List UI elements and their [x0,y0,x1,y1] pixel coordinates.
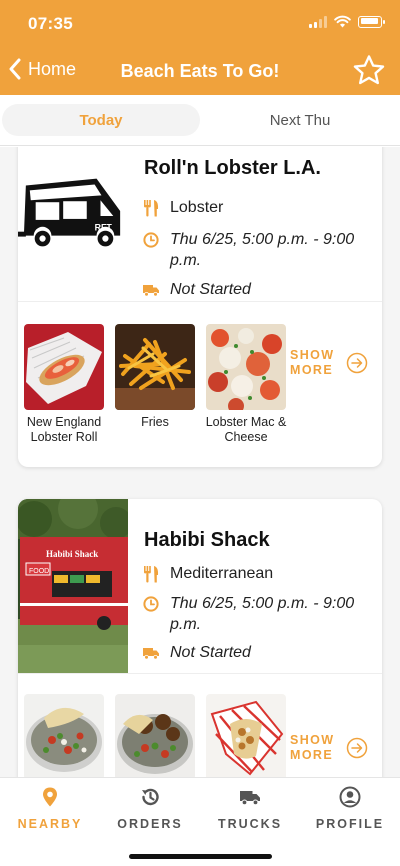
tab-nearby[interactable]: NEARBY [0,786,100,831]
status-row: Not Started [142,279,251,300]
truck-image: RFT [18,147,128,301]
schedule-row: Thu 6/25, 5:00 p.m. - 9:00 p.m. [142,229,374,271]
menu-item-photo [115,324,195,410]
truck-card-header[interactable]: Habibi Shack FOOD Habibi Shack Mediterra… [18,499,382,673]
tab-profile[interactable]: PROFILE [300,786,400,831]
menu-item-label: New England Lobster Roll [26,415,102,444]
show-more-label: SHOW MORE [290,733,335,762]
svg-text:Habibi Shack: Habibi Shack [46,549,98,559]
arrow-right-circle-icon [346,737,368,759]
cuisine-row: Mediterranean [142,563,273,584]
menu-item-photo [206,694,286,777]
show-more-label: SHOW MORE [290,348,335,377]
menu-item-photo [24,324,104,410]
cuisine-label: Lobster [170,199,224,216]
tab-nearby-label: NEARBY [17,817,83,831]
menu-item[interactable]: New England Lobster Roll [22,324,106,445]
svg-text:FOOD: FOOD [29,568,49,575]
card-divider [18,673,382,674]
menu-strip: SHOW MORE [18,694,382,777]
location-pin-icon [43,787,57,807]
back-button-label: Home [28,58,77,79]
status-row: Not Started [142,642,251,663]
status-icons [309,15,385,28]
food-truck-icon: RFT [18,178,121,247]
tab-next-thu[interactable]: Next Thu [200,104,400,136]
status-time: 07:35 [28,14,73,33]
menu-item-photo [24,694,104,777]
schedule-label: Thu 6/25, 5:00 p.m. - 9:00 p.m. [170,231,355,269]
back-button[interactable]: Home [8,58,76,80]
wifi-icon [334,15,351,28]
tab-trucks[interactable]: TRUCKS [200,786,300,831]
card-divider [18,301,382,302]
utensils-icon [144,200,159,217]
truck-card[interactable]: RFT Roll'n Lobster L.A. Lobster Thu 6/25… [18,147,382,467]
show-more-button[interactable]: SHOW MORE [290,348,368,378]
cellular-signal-icon [309,15,327,28]
nav-bar: Home Beach Eats To Go! [0,50,400,92]
menu-item[interactable] [113,694,197,777]
delivery-truck-icon [143,648,159,660]
truck-icon [240,791,260,806]
truck-name: Habibi Shack [144,529,270,551]
schedule-row: Thu 6/25, 5:00 p.m. - 9:00 p.m. [142,593,374,635]
truck-image: Habibi Shack FOOD [18,499,132,673]
bottom-tab-bar: NEARBY ORDERS TRUCKS PROFILE [0,777,400,866]
profile-icon [339,786,361,808]
menu-item[interactable] [22,694,106,777]
menu-item[interactable] [204,694,288,777]
chevron-left-icon [9,58,21,80]
tab-profile-label: PROFILE [315,817,385,831]
cuisine-label: Mediterranean [170,565,274,582]
menu-item-photo [206,324,286,410]
clock-icon [143,596,159,612]
menu-item-label: Lobster Mac & Cheese [205,415,287,444]
history-icon [142,788,159,806]
tab-orders-label: ORDERS [117,817,183,831]
tab-orders[interactable]: ORDERS [100,786,200,831]
favorite-star-icon[interactable] [352,54,386,86]
home-indicator [129,854,272,859]
menu-item[interactable]: Lobster Mac & Cheese [204,324,288,445]
battery-icon [358,15,385,28]
menu-item-label: Fries [141,415,169,429]
clock-icon [143,232,159,248]
day-tabs: Today Next Thu [0,96,400,146]
app-header: 07:35 Home Beach Eats To Go! [0,0,400,95]
cuisine-row: Lobster [142,197,223,218]
schedule-label: Thu 6/25, 5:00 p.m. - 9:00 p.m. [170,595,355,633]
tab-trucks-label: TRUCKS [217,817,283,831]
menu-item[interactable]: Fries [113,324,197,430]
delivery-truck-icon [143,285,159,297]
show-more-button[interactable]: SHOW MORE [290,733,368,763]
tab-today[interactable]: Today [2,104,200,136]
truck-card[interactable]: Habibi Shack FOOD Habibi Shack Mediterra… [18,499,382,777]
truck-name: Roll'n Lobster L.A. [144,157,321,179]
truck-card-header[interactable]: RFT Roll'n Lobster L.A. Lobster Thu 6/25… [18,147,382,301]
arrow-right-circle-icon [346,352,368,374]
status-bar: 07:35 [0,0,400,46]
order-status: Not Started [170,281,251,298]
order-status: Not Started [170,644,251,661]
utensils-icon [144,566,159,583]
truck-list[interactable]: RFT Roll'n Lobster L.A. Lobster Thu 6/25… [0,147,400,777]
menu-item-photo [115,694,195,777]
menu-strip: New England Lobster Roll Fries Lobster M… [18,324,382,454]
